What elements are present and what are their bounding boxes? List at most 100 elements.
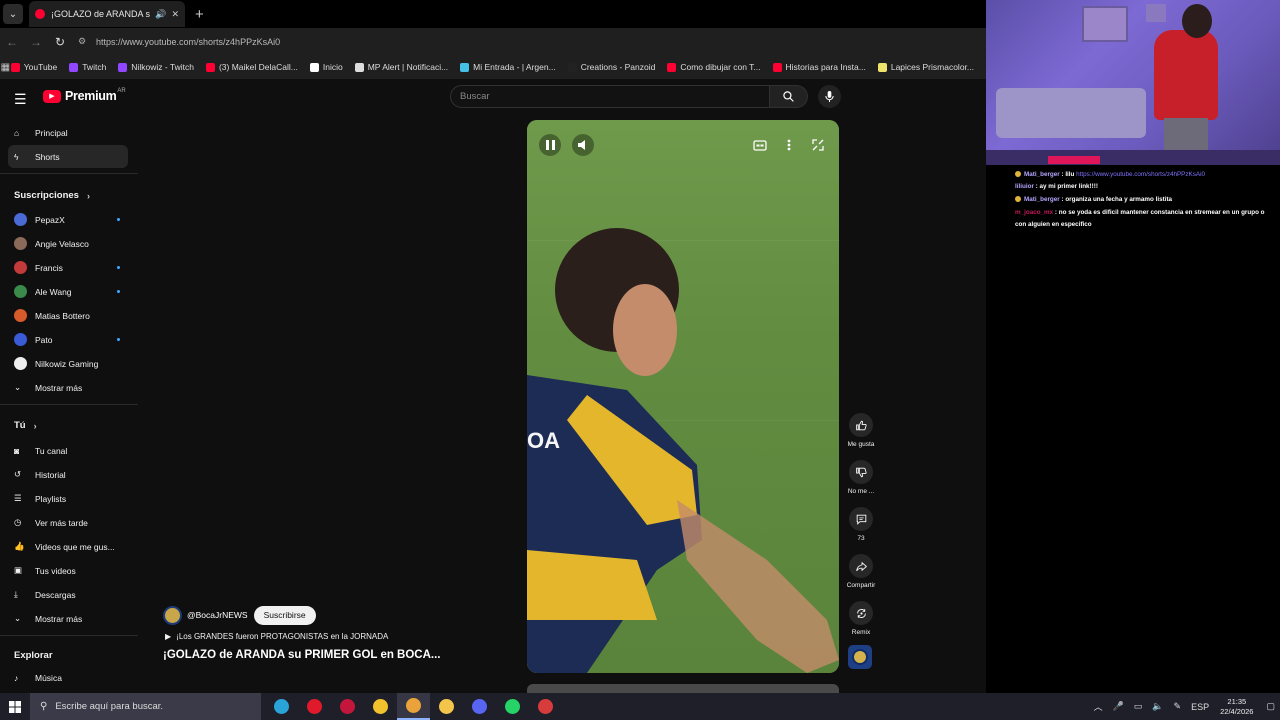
taskbar-app-whatsapp[interactable] [496,693,529,720]
hamburger-menu-icon[interactable]: ☰ [14,91,27,108]
sidebar-item[interactable]: ♪ Música [8,666,128,689]
bookmark-item[interactable]: (3) Maikel DelaCall... [205,62,298,72]
bookmark-item[interactable]: YouTube [10,62,57,72]
sidebar-item-label: Descargas [35,589,76,600]
taskbar-app-opera[interactable] [298,693,331,720]
sidebar-item[interactable]: ⌂ Principal [8,121,128,144]
bookmark-item[interactable]: Como dibujar con T... [667,62,761,72]
sidebar-item[interactable]: 👍 Videos que me gus... [8,535,128,558]
playlist-link[interactable]: ▶ ¡Los GRANDES fueron PROTAGONISTAS en l… [163,632,513,641]
sidebar-subscription[interactable]: Angie Velasco [8,232,128,255]
remix-icon [856,608,866,618]
subscribe-button[interactable]: Suscribirse [253,605,316,625]
pause-button[interactable] [539,134,561,156]
you-header[interactable]: Tú › [14,420,37,431]
taskbar-app-chrome[interactable] [397,693,430,720]
sidebar-item[interactable]: ⤓ Descargas [8,583,128,606]
bookmark-label: Nilkowiz - Twitch [131,62,194,72]
pen-icon[interactable]: ✎ [1174,701,1182,712]
bookmark-item[interactable]: Nilkowiz - Twitch [118,62,194,72]
tray-expand-icon[interactable]: ︿ [1094,700,1103,713]
bookmark-item[interactable]: Mi Entrada - | Argen... [460,62,556,72]
chat-text: organiza una fecha y armamo listita [1065,196,1173,203]
sidebar-subscription[interactable]: Francis [8,256,128,279]
taskbar-app-app-red[interactable] [529,693,562,720]
channel-avatar[interactable] [163,605,182,625]
like-button[interactable] [849,413,873,437]
channel-name[interactable]: @BocaJrNEWS [187,610,248,620]
search-input[interactable]: Buscar [450,85,770,108]
explorer-icon [439,699,454,714]
taskbar-search[interactable]: ⚲ Escribe aquí para buscar. [30,693,261,720]
taskbar-app-edge[interactable] [265,693,298,720]
speaker-icon[interactable]: 🔊 [155,9,166,20]
taskbar-app-store[interactable] [364,693,397,720]
notifications-icon[interactable]: ▢ [1266,701,1275,712]
sidebar-item[interactable]: ◷ Ver más tarde [8,511,128,534]
show-more-you[interactable]: ⌄ Mostrar más [8,607,128,630]
back-button[interactable]: ← [0,35,24,49]
bookmark-favicon [877,62,887,72]
taskbar-app-explorer[interactable] [430,693,463,720]
mic-icon[interactable]: 🎤 [1113,701,1124,712]
search-button[interactable] [770,85,808,108]
sidebar-item[interactable]: ◙ Tu canal [8,439,128,462]
taskbar-app-opera-gx[interactable] [331,693,364,720]
bookmark-item[interactable]: Twitch [69,62,106,72]
apps-grid-icon[interactable]: ▦ [0,62,11,73]
bookmark-item[interactable]: MP Alert | Notificaci... [354,62,448,72]
remix-action: Remix [844,601,878,636]
action-label: No me ... [847,488,875,495]
shorts-video-player[interactable]: OA [527,120,839,673]
volume-button[interactable] [572,134,594,156]
new-tab-button[interactable]: + [195,6,204,23]
show-more-subscriptions[interactable]: ⌄ Mostrar más [8,376,128,399]
sidebar-item[interactable]: ↺ Historial [8,463,128,486]
subscription-name: Ale Wang [35,286,72,297]
bookmark-item[interactable]: Historias para Insta... [772,62,866,72]
short-title[interactable]: ¡GOLAZO de ARANDA su PRIMER GOL en BOCA.… [163,649,513,661]
sidebar-item[interactable]: ▣ Tus videos [8,559,128,582]
chat-username: Mati_berger [1024,171,1060,178]
bookmark-favicon [460,62,470,72]
bookmark-item[interactable]: Lapices Prismacolor... [877,62,974,72]
start-button[interactable] [0,700,30,713]
sidebar-item[interactable]: ϟ Shorts [8,145,128,168]
remix-button[interactable] [849,601,873,625]
next-short-preview[interactable] [527,684,839,693]
subscriptions-header[interactable]: Suscripciones › [14,190,90,201]
chat-link[interactable]: https://www.youtube.com/shorts/z4hPPzKsA… [1076,171,1205,178]
voice-search-button[interactable] [818,85,841,108]
site-info-icon[interactable]: ⚙ [78,36,90,47]
network-icon[interactable]: ▭ [1134,701,1143,712]
youtube-premium-logo[interactable]: ▶ Premium AR [43,88,126,103]
language-indicator[interactable]: ESP [1191,702,1209,712]
fullscreen-button[interactable] [807,134,829,156]
share-button[interactable] [849,554,873,578]
tab-title: ¡GOLAZO de ARANDA su PRIMER GOL en BOCA [51,9,151,19]
sidebar-subscription[interactable]: PepazX [8,208,128,231]
browser-tab-active[interactable]: ¡GOLAZO de ARANDA su PRIMER GOL en BOCA … [29,1,185,27]
comment-icon [856,514,866,525]
close-tab-icon[interactable]: ✕ [171,9,179,20]
comment-button[interactable] [849,507,873,531]
forward-button[interactable]: → [24,35,48,49]
sidebar-item[interactable]: ☰ Playlists [8,487,128,510]
tab-search-button[interactable]: ⌄ [3,4,23,24]
volume-icon[interactable]: 🔈 [1152,701,1163,712]
bookmark-item[interactable]: Creations - Panzoid [567,62,655,72]
sidebar-subscription[interactable]: Ale Wang [8,280,128,303]
url-field[interactable]: ⚙ https://www.youtube.com/shorts/z4hPPzK… [78,32,978,52]
sidebar-subscription[interactable]: Pato [8,328,128,351]
reload-button[interactable]: ↻ [48,35,72,49]
sidebar-subscription[interactable]: Nilkowiz Gaming [8,352,128,375]
sidebar-subscription[interactable]: Matias Bottero [8,304,128,327]
captions-button[interactable] [749,134,771,156]
bookmark-item[interactable]: Inicio [309,62,343,72]
sound-thumbnail[interactable] [848,645,872,669]
taskbar-app-discord[interactable] [463,693,496,720]
clock[interactable]: 21:35 22/4/2026 [1220,697,1253,717]
dislike-button[interactable] [849,460,873,484]
more-options-button[interactable] [778,134,800,156]
logo-region: AR [117,88,126,94]
